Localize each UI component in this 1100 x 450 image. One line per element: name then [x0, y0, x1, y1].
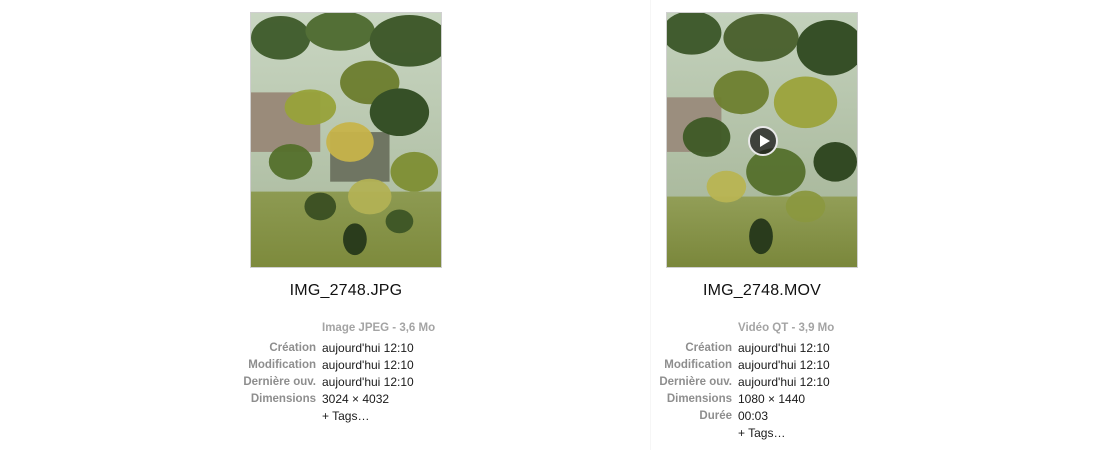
metadata-value: 1080 × 1440 [738, 392, 806, 406]
metadata-value: aujourd'hui 12:10 [738, 341, 830, 355]
file-name: IMG_2748.JPG [289, 282, 403, 299]
metadata-list: Création aujourd'hui 12:10 Modification … [416, 340, 829, 442]
add-tags-link[interactable]: + Tags… [322, 408, 369, 425]
add-tags-link[interactable]: + Tags… [738, 425, 785, 442]
metadata-row-creation: Création aujourd'hui 12:10 [416, 340, 829, 357]
metadata-label: Durée [699, 410, 732, 422]
metadata-row-dimensions: Dimensions 3024 × 4032 [0, 391, 389, 408]
metadata-value: 3024 × 4032 [322, 392, 390, 406]
play-icon[interactable] [748, 126, 778, 156]
metadata-value: aujourd'hui 12:10 [738, 358, 830, 372]
metadata-label: Création [269, 342, 316, 354]
video-thumbnail[interactable] [666, 12, 858, 268]
metadata-label: Dernière ouv. [243, 376, 316, 388]
metadata-row-last-opened: Dernière ouv. aujourd'hui 12:10 [0, 374, 413, 391]
file-name: IMG_2748.MOV [702, 282, 821, 299]
photo-thumbnail[interactable] [250, 12, 442, 268]
metadata-label: Modification [664, 359, 732, 371]
metadata-value: aujourd'hui 12:10 [738, 375, 830, 389]
metadata-value: aujourd'hui 12:10 [322, 358, 414, 372]
metadata-row-modification: Modification aujourd'hui 12:10 [0, 357, 413, 374]
metadata-row-modification: Modification aujourd'hui 12:10 [416, 357, 829, 374]
file-kind: Vidéo QT - 3,9 Mo [738, 322, 835, 334]
metadata-label: Création [685, 342, 732, 354]
photo-thumbnail-image [251, 13, 441, 267]
file-kind: Image JPEG - 3,6 Mo [322, 322, 436, 334]
metadata-row-dimensions: Dimensions 1080 × 1440 [416, 391, 805, 408]
metadata-label: Dimensions [666, 393, 732, 405]
metadata-row-duration: Durée 00:03 [416, 408, 768, 425]
metadata-row-tags: + Tags… [416, 425, 785, 442]
metadata-label: Modification [248, 359, 316, 371]
metadata-value: aujourd'hui 12:10 [322, 341, 414, 355]
metadata-row-tags: + Tags… [0, 408, 369, 425]
metadata-list: Création aujourd'hui 12:10 Modification … [0, 340, 413, 425]
metadata-value: aujourd'hui 12:10 [322, 375, 414, 389]
metadata-row-last-opened: Dernière ouv. aujourd'hui 12:10 [416, 374, 829, 391]
metadata-label: Dimensions [250, 393, 316, 405]
metadata-row-creation: Création aujourd'hui 12:10 [0, 340, 413, 357]
preview-pane-mov: IMG_2748.MOV Vidéo QT - 3,9 Mo Création … [650, 0, 1100, 450]
metadata-label: Dernière ouv. [659, 376, 732, 388]
metadata-value: 00:03 [738, 409, 769, 423]
